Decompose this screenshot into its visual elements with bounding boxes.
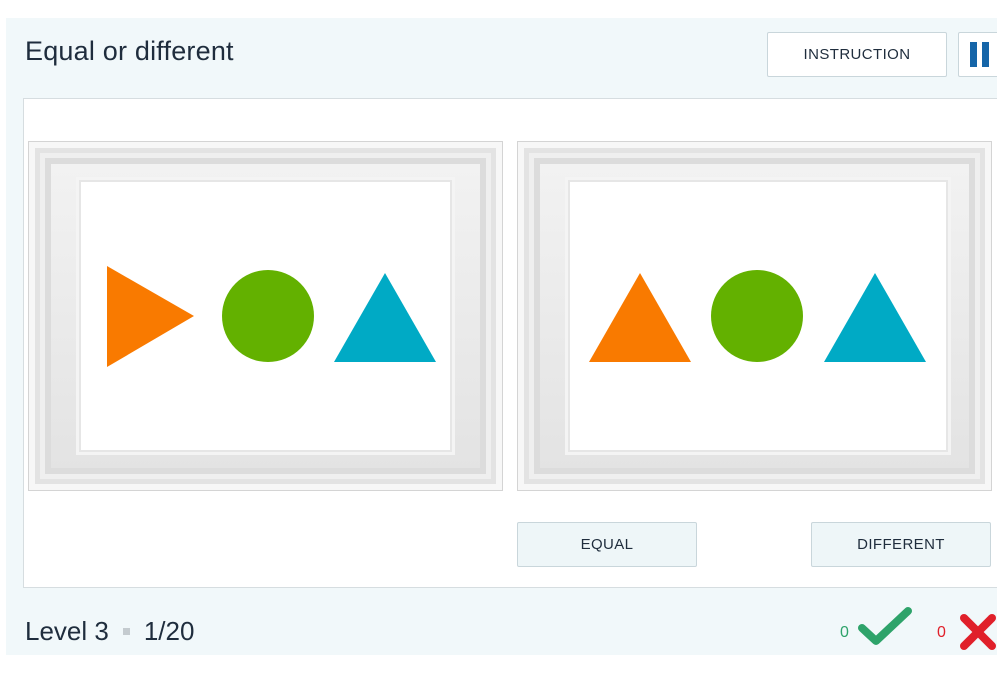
level-indicator: Level 3 1/20 bbox=[25, 616, 194, 647]
cross-icon bbox=[960, 614, 996, 650]
pause-button[interactable] bbox=[958, 32, 997, 77]
right-picture-shapes bbox=[589, 270, 926, 362]
left-shape-3 bbox=[334, 273, 436, 362]
check-icon bbox=[858, 607, 912, 645]
wrong-count: 0 bbox=[937, 624, 946, 641]
left-picture-shapes bbox=[107, 266, 436, 367]
right-picture-frame bbox=[517, 141, 992, 491]
equal-button[interactable]: EQUAL bbox=[517, 522, 697, 567]
right-shape-2 bbox=[711, 270, 803, 362]
page-title: Equal or different bbox=[25, 36, 234, 66]
different-button[interactable]: DIFFERENT bbox=[811, 522, 991, 567]
left-shape-1 bbox=[107, 266, 194, 367]
left-shape-2 bbox=[222, 270, 314, 362]
progress-counter: 1/20 bbox=[143, 616, 195, 646]
level-label: Level 3 bbox=[25, 616, 109, 646]
right-shape-3 bbox=[824, 273, 926, 362]
correct-count: 0 bbox=[840, 624, 849, 641]
separator-dot bbox=[122, 627, 130, 635]
pause-icon bbox=[970, 42, 994, 67]
instruction-button[interactable]: INSTRUCTION bbox=[767, 32, 947, 77]
right-shape-1 bbox=[589, 273, 691, 362]
left-picture-frame bbox=[28, 141, 503, 491]
